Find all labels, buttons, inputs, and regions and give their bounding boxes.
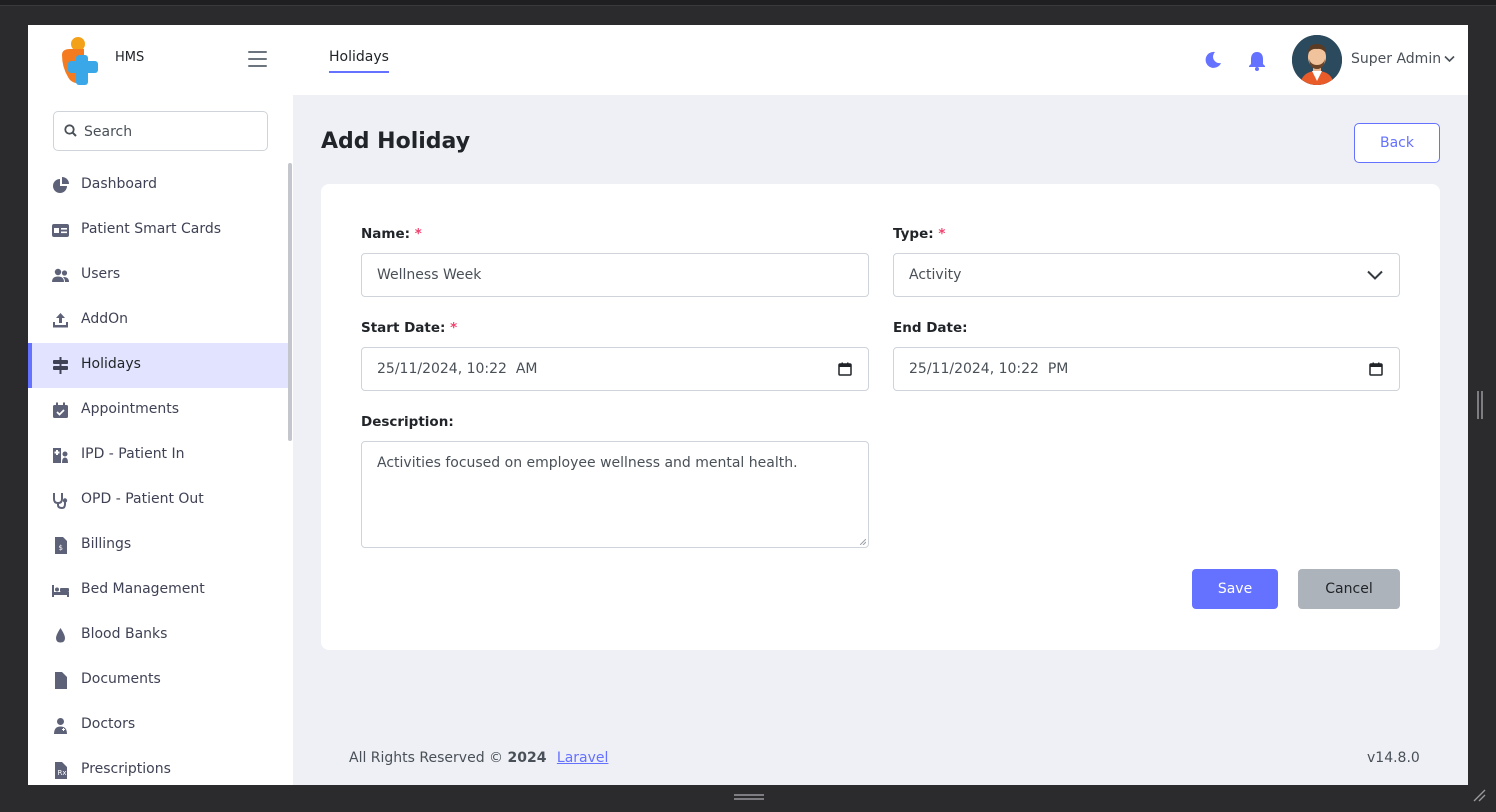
holiday-form-card: Name: * Wellness Week Type: * Activity S… <box>321 184 1440 650</box>
brand-name: HMS <box>115 50 145 65</box>
chevron-down-icon <box>1367 270 1383 280</box>
start-date-value: 25/11/2024, 10:22 AM <box>377 361 538 377</box>
sidebar: Dashboard Patient Smart Cards Users AddO… <box>28 95 293 785</box>
type-label: Type: * <box>893 226 946 242</box>
pie-chart-icon <box>53 177 69 193</box>
svg-text:$: $ <box>59 544 63 552</box>
required-mark: * <box>450 320 458 336</box>
sidebar-item-label: IPD - Patient In <box>81 446 185 462</box>
sidebar-item-billings[interactable]: $ Billings <box>28 523 288 568</box>
sidebar-item-label: AddOn <box>81 311 128 327</box>
sidebar-item-label: OPD - Patient Out <box>81 491 204 507</box>
sidebar-item-label: Prescriptions <box>81 761 171 777</box>
calendar-icon[interactable] <box>1369 362 1383 376</box>
type-value: Activity <box>909 267 962 283</box>
menu-toggle-icon[interactable] <box>248 51 267 67</box>
sidebar-item-holidays[interactable]: Holidays <box>28 343 288 388</box>
dark-mode-moon-icon[interactable] <box>1204 51 1222 69</box>
sidebar-item-label: Billings <box>81 536 132 552</box>
footer-copyright: All Rights Reserved © 2024 Laravel <box>349 750 608 766</box>
page-title: Add Holiday <box>321 129 471 154</box>
required-mark: * <box>938 226 946 242</box>
notification-bell-icon[interactable] <box>1248 51 1266 71</box>
bed-icon <box>52 585 69 597</box>
back-button[interactable]: Back <box>1354 123 1440 163</box>
right-resize-grip-icon[interactable] <box>1476 391 1484 419</box>
save-button[interactable]: Save <box>1192 569 1278 609</box>
sidebar-item-label: Dashboard <box>81 176 157 192</box>
sidebar-item-label: Blood Banks <box>81 626 168 642</box>
chevron-down-icon[interactable] <box>1444 55 1455 63</box>
footer-rights: All Rights Reserved © <box>349 750 504 766</box>
tab-holidays[interactable]: Holidays <box>329 49 389 73</box>
cancel-button[interactable]: Cancel <box>1298 569 1400 609</box>
sidebar-item-prescriptions[interactable]: Rx Prescriptions <box>28 748 288 785</box>
name-input[interactable]: Wellness Week <box>361 253 869 297</box>
calendar-check-icon <box>53 402 68 418</box>
sidebar-item-doctors[interactable]: Doctors <box>28 703 288 748</box>
upload-icon <box>53 313 68 328</box>
end-date-label: End Date: <box>893 320 968 336</box>
sidebar-item-opd-patient-out[interactable]: OPD - Patient Out <box>28 478 288 523</box>
start-date-label: Start Date: * <box>361 320 458 336</box>
sidebar-item-label: Patient Smart Cards <box>81 221 222 237</box>
sidebar-item-documents[interactable]: Documents <box>28 658 288 703</box>
corner-resize-grip-icon[interactable] <box>1472 788 1486 802</box>
sidebar-item-patient-smart-cards[interactable]: Patient Smart Cards <box>28 208 288 253</box>
sidebar-scrollbar[interactable] <box>288 163 292 441</box>
sidebar-item-blood-banks[interactable]: Blood Banks <box>28 613 288 658</box>
search-icon <box>64 124 77 137</box>
app-frame: HMS Holidays Super Admin Search Dashboar… <box>28 25 1468 785</box>
description-label: Description: <box>361 414 454 430</box>
sidebar-item-users[interactable]: Users <box>28 253 288 298</box>
bottom-resize-grip-icon[interactable] <box>734 793 764 801</box>
resize-handle-icon[interactable] <box>860 539 866 545</box>
users-icon <box>52 268 69 282</box>
stethoscope-icon <box>53 493 68 509</box>
avatar[interactable] <box>1292 35 1342 85</box>
description-textarea[interactable]: Activities focused on employee wellness … <box>361 441 869 548</box>
footer-laravel-link[interactable]: Laravel <box>557 750 609 766</box>
calendar-icon[interactable] <box>838 362 852 376</box>
name-value: Wellness Week <box>377 267 482 283</box>
sidebar-item-ipd-patient-in[interactable]: IPD - Patient In <box>28 433 288 478</box>
user-name[interactable]: Super Admin <box>1351 51 1441 67</box>
sidebar-item-label: Doctors <box>81 716 136 732</box>
search-box[interactable] <box>53 111 268 151</box>
sidebar-item-addon[interactable]: AddOn <box>28 298 288 343</box>
sidebar-item-dashboard[interactable]: Dashboard <box>28 163 288 208</box>
sidebar-item-label: Appointments <box>81 401 180 417</box>
invoice-icon: $ <box>55 537 67 554</box>
end-date-value: 25/11/2024, 10:22 PM <box>909 361 1069 377</box>
start-date-input[interactable]: 25/11/2024, 10:22 AM <box>361 347 869 391</box>
hms-logo-icon[interactable] <box>54 35 104 87</box>
end-date-input[interactable]: 25/11/2024, 10:22 PM <box>893 347 1400 391</box>
brand: HMS <box>28 25 293 95</box>
window-top-strip <box>0 0 1496 6</box>
sidebar-item-bed-management[interactable]: Bed Management <box>28 568 288 613</box>
id-card-icon <box>52 224 69 237</box>
prescription-icon: Rx <box>55 762 67 779</box>
signpost-icon <box>53 357 68 374</box>
file-icon <box>55 672 67 689</box>
type-select[interactable]: Activity <box>893 253 1400 297</box>
sidebar-menu: Dashboard Patient Smart Cards Users AddO… <box>28 163 288 785</box>
sidebar-item-label: Users <box>81 266 121 282</box>
doctor-icon <box>54 718 67 734</box>
sidebar-item-appointments[interactable]: Appointments <box>28 388 288 433</box>
top-header: HMS Holidays Super Admin <box>28 25 1468 95</box>
sidebar-item-label: Documents <box>81 671 161 687</box>
hospital-user-icon <box>53 448 68 463</box>
name-label: Name: * <box>361 226 422 242</box>
description-value: Activities focused on employee wellness … <box>377 455 798 471</box>
sidebar-item-label: Bed Management <box>81 581 205 597</box>
search-input[interactable] <box>84 121 259 143</box>
required-mark: * <box>414 226 422 242</box>
blood-drop-icon <box>56 628 65 643</box>
svg-text:Rx: Rx <box>58 769 67 777</box>
app-version: v14.8.0 <box>1367 750 1420 766</box>
sidebar-item-label: Holidays <box>81 356 141 372</box>
footer-year: 2024 <box>507 750 547 766</box>
